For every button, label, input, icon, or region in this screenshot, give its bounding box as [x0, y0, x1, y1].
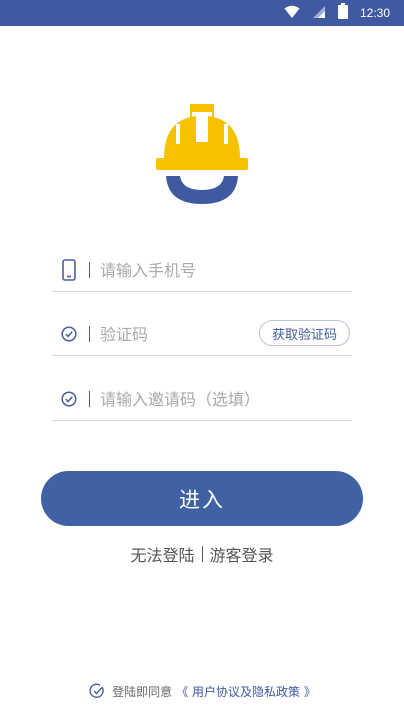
field-separator	[89, 391, 90, 407]
invite-input[interactable]	[100, 387, 352, 411]
helmet-logo	[156, 102, 248, 206]
check-circle-icon	[58, 323, 80, 345]
field-separator	[89, 262, 90, 278]
guest-login-link[interactable]: 游客登录	[210, 542, 274, 566]
phone-field	[52, 249, 352, 292]
secondary-links: 无法登陆 游客登录	[0, 541, 404, 567]
invite-field	[52, 378, 352, 421]
agreement-text: 登陆即同意	[112, 684, 173, 699]
status-icons: 12:30	[284, 0, 390, 26]
policy-link[interactable]: 《 用户协议及隐私政策 》	[176, 683, 316, 700]
agree-check-icon[interactable]	[88, 682, 106, 700]
get-code-button[interactable]: 获取验证码	[258, 320, 350, 346]
links-divider	[201, 546, 203, 562]
wifi-icon	[284, 4, 300, 23]
status-bar: 12:30	[0, 0, 404, 26]
agreement: 登陆即同意 《 用户协议及隐私政策 》	[0, 681, 404, 701]
phone-icon	[58, 259, 80, 281]
code-field: 获取验证码	[52, 313, 352, 356]
signal-icon	[312, 4, 326, 23]
enter-button[interactable]: 进入	[41, 471, 363, 526]
status-time: 12:30	[359, 6, 390, 20]
cannot-login-link[interactable]: 无法登陆	[130, 542, 194, 566]
check-circle-icon	[58, 388, 80, 410]
field-separator	[89, 326, 90, 342]
battery-icon	[337, 3, 348, 23]
phone-input[interactable]	[100, 258, 352, 282]
